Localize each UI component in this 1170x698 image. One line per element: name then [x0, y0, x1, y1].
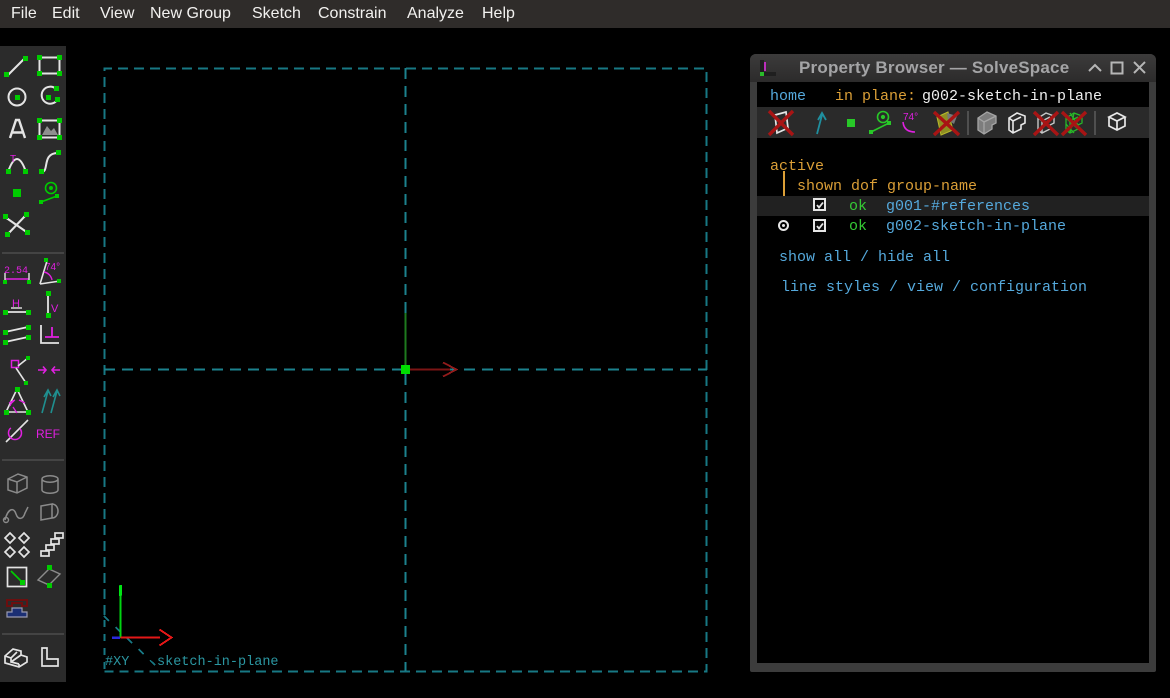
svg-text:#XY: #XY: [105, 655, 129, 670]
svg-text:74°: 74°: [45, 262, 60, 273]
svg-text:sketch-in-plane: sketch-in-plane: [157, 655, 279, 670]
svg-text:74°: 74°: [903, 112, 918, 123]
svg-text:2.54: 2.54: [4, 266, 28, 277]
svg-text:REF: REF: [36, 427, 60, 441]
svg-text:T: T: [10, 154, 16, 165]
svg-text:V: V: [51, 303, 59, 315]
